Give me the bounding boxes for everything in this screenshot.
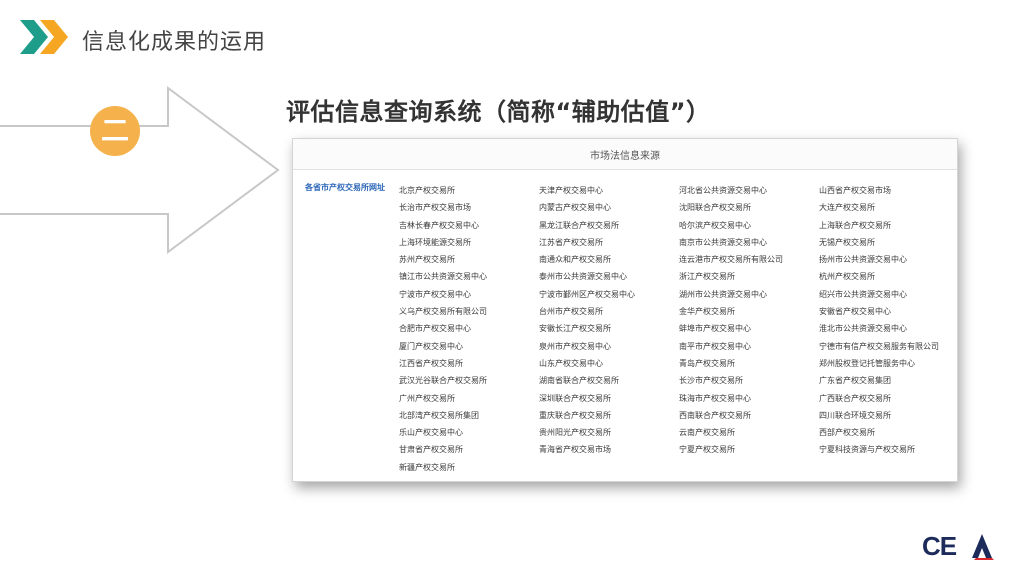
exchange-link[interactable]: 郑州股权登记托管服务中心 <box>819 355 957 372</box>
exchange-link[interactable]: 苏州产权交易所 <box>399 251 539 268</box>
exchange-link[interactable]: 蚌埠市产权交易中心 <box>679 320 819 337</box>
exchange-link[interactable]: 无锡产权交易所 <box>819 234 957 251</box>
panel-body: 各省市产权交易所网址 北京产权交易所 天津产权交易中心 河北省公共资源交易中心 山西省… <box>293 170 957 476</box>
exchange-link[interactable]: 镇江市公共资源交易中心 <box>399 268 539 285</box>
exchange-link[interactable]: 天津产权交易中心 <box>539 182 679 199</box>
exchange-link[interactable]: 山西省产权交易市场 <box>819 182 957 199</box>
exchange-link[interactable]: 江苏省产权交易所 <box>539 234 679 251</box>
exchange-link[interactable]: 重庆联合产权交易所 <box>539 407 679 424</box>
exchange-link[interactable]: 长治市产权交易市场 <box>399 199 539 216</box>
large-arrow-icon <box>0 86 280 254</box>
exchange-link[interactable]: 湖州市公共资源交易中心 <box>679 286 819 303</box>
exchange-link[interactable]: 内蒙古产权交易中心 <box>539 199 679 216</box>
exchange-link[interactable]: 杭州产权交易所 <box>819 268 957 285</box>
exchange-link[interactable]: 义乌产权交易所有限公司 <box>399 303 539 320</box>
exchange-link[interactable]: 扬州市公共资源交易中心 <box>819 251 957 268</box>
page-title: 信息化成果的运用 <box>82 30 267 55</box>
exchange-link[interactable]: 广州产权交易所 <box>399 390 539 407</box>
cea-logo: CE <box>922 531 994 560</box>
exchange-link[interactable]: 北京产权交易所 <box>399 182 539 199</box>
section-title: 评估信息查询系统（简称“辅助估值”） <box>286 98 711 126</box>
exchange-link[interactable]: 上海环境能源交易所 <box>399 234 539 251</box>
system-screenshot-panel: 市场法信息来源 各省市产权交易所网址 北京产权交易所 天津产权交易中心 河北省公共资… <box>292 138 958 482</box>
exchange-link[interactable]: 泰州市公共资源交易中心 <box>539 268 679 285</box>
exchange-link[interactable]: 云南产权交易所 <box>679 424 819 441</box>
exchange-link[interactable]: 合肥市产权交易中心 <box>399 320 539 337</box>
exchange-link[interactable]: 珠海市产权交易中心 <box>679 390 819 407</box>
exchange-link[interactable]: 广东省产权交易集团 <box>819 372 957 389</box>
exchange-link[interactable]: 青海省产权交易市场 <box>539 441 679 458</box>
section-number-badge: 二 <box>90 106 140 156</box>
exchange-link[interactable]: 沈阳联合产权交易所 <box>679 199 819 216</box>
svg-text:CE: CE <box>922 531 957 560</box>
exchange-link[interactable]: 宁夏科技资源与产权交易所 <box>819 441 957 458</box>
exchange-link[interactable]: 南平市产权交易中心 <box>679 338 819 355</box>
exchange-link[interactable]: 山东产权交易中心 <box>539 355 679 372</box>
exchange-link[interactable]: 青岛产权交易所 <box>679 355 819 372</box>
exchange-link[interactable]: 江西省产权交易所 <box>399 355 539 372</box>
exchange-link[interactable]: 南通众和产权交易所 <box>539 251 679 268</box>
exchange-link[interactable]: 上海联合产权交易所 <box>819 217 957 234</box>
exchange-link[interactable]: 长沙市产权交易所 <box>679 372 819 389</box>
exchange-link[interactable]: 武汉光谷联合产权交易所 <box>399 372 539 389</box>
exchange-link[interactable]: 宁波市鄞州区产权交易中心 <box>539 286 679 303</box>
panel-header: 市场法信息来源 <box>293 139 957 170</box>
exchange-link[interactable]: 宁波市产权交易中心 <box>399 286 539 303</box>
exchange-link[interactable]: 广西联合产权交易所 <box>819 390 957 407</box>
exchange-link[interactable]: 淮北市公共资源交易中心 <box>819 320 957 337</box>
exchange-link[interactable]: 南京市公共资源交易中心 <box>679 234 819 251</box>
exchange-link[interactable]: 安徽长江产权交易所 <box>539 320 679 337</box>
exchange-link[interactable]: 四川联合环境交易所 <box>819 407 957 424</box>
exchange-link[interactable]: 宁德市有信产权交易服务有限公司 <box>819 338 957 355</box>
exchange-link[interactable]: 吉林长春产权交易中心 <box>399 217 539 234</box>
exchange-link[interactable]: 黑龙江联合产权交易所 <box>539 217 679 234</box>
exchange-link[interactable]: 哈尔滨产权交易中心 <box>679 217 819 234</box>
exchange-link[interactable]: 北部湾产权交易所集团 <box>399 407 539 424</box>
exchange-link[interactable]: 金华产权交易所 <box>679 303 819 320</box>
exchange-link[interactable]: 厦门产权交易中心 <box>399 338 539 355</box>
exchange-link[interactable]: 西南联合产权交易所 <box>679 407 819 424</box>
exchange-link[interactable]: 深圳联合产权交易所 <box>539 390 679 407</box>
exchange-link[interactable]: 乐山产权交易中心 <box>399 424 539 441</box>
exchange-link[interactable]: 安徽省产权交易中心 <box>819 303 957 320</box>
exchange-link[interactable]: 贵州阳光产权交易所 <box>539 424 679 441</box>
exchange-link[interactable]: 宁夏产权交易所 <box>679 441 819 458</box>
exchange-link[interactable]: 河北省公共资源交易中心 <box>679 182 819 199</box>
exchange-link[interactable]: 泉州市产权交易中心 <box>539 338 679 355</box>
exchange-link[interactable]: 西部产权交易所 <box>819 424 957 441</box>
exchange-grid: 北京产权交易所 天津产权交易中心 河北省公共资源交易中心 山西省产权交易市场长治市产权… <box>385 182 957 476</box>
exchange-link[interactable]: 连云港市产权交易所有限公司 <box>679 251 819 268</box>
exchange-link[interactable]: 新疆产权交易所 <box>399 459 539 476</box>
exchange-link[interactable]: 浙江产权交易所 <box>679 268 819 285</box>
exchange-link[interactable]: 台州市产权交易所 <box>539 303 679 320</box>
exchange-link[interactable]: 大连产权交易所 <box>819 199 957 216</box>
exchange-row-label: 各省市产权交易所网址 <box>305 183 385 192</box>
double-chevron-icon <box>20 20 68 54</box>
exchange-link[interactable]: 绍兴市公共资源交易中心 <box>819 286 957 303</box>
exchange-link[interactable]: 甘肃省产权交易所 <box>399 441 539 458</box>
exchange-link[interactable]: 湖南省联合产权交易所 <box>539 372 679 389</box>
